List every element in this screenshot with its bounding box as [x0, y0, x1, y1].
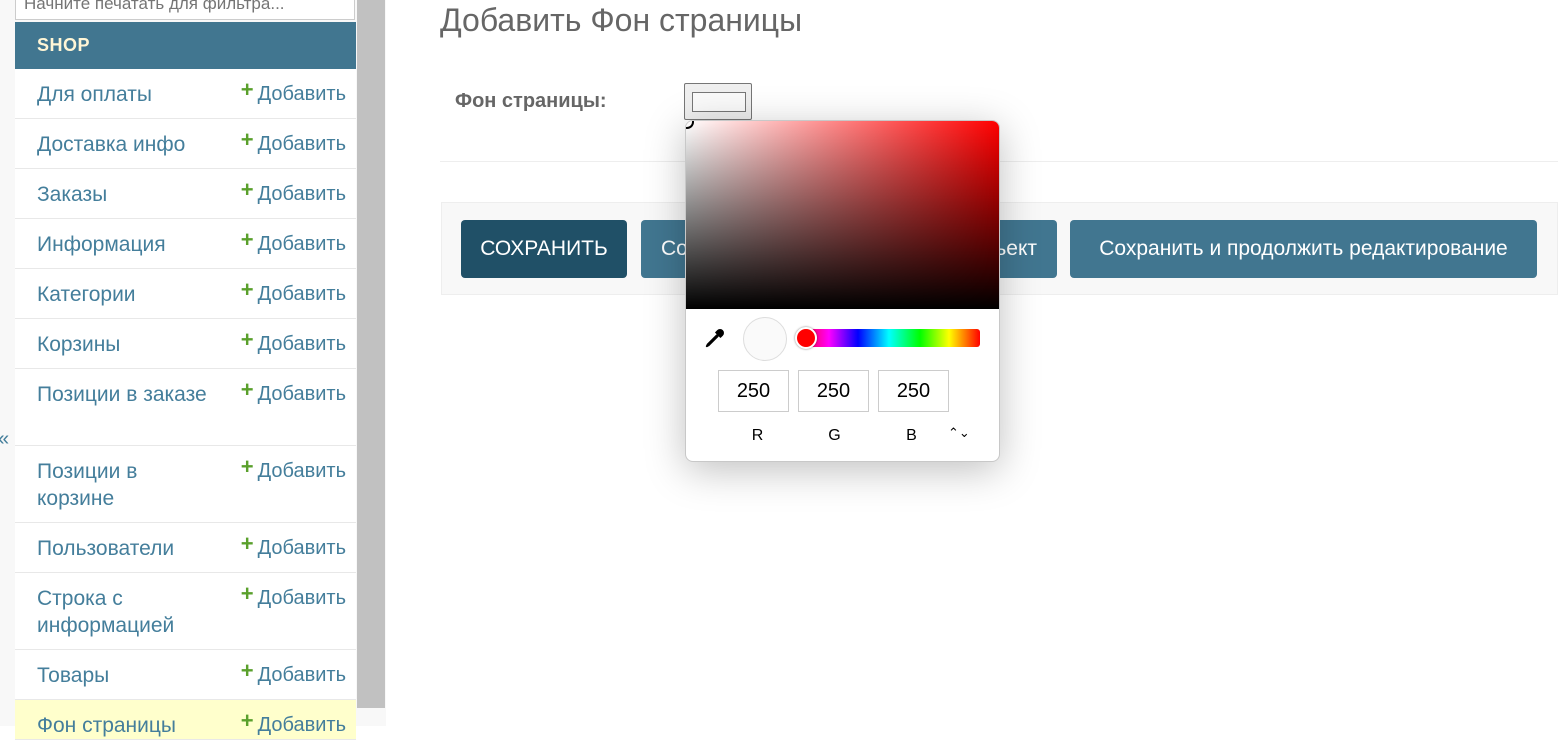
sidebar-model-link[interactable]: Товары [37, 662, 212, 689]
saturation-value-handle[interactable] [686, 121, 694, 129]
color-preview-circle [743, 317, 787, 361]
color-input-swatch [692, 92, 746, 112]
eyedropper-icon[interactable] [704, 327, 726, 349]
plus-icon: + [240, 177, 254, 202]
plus-icon: + [240, 708, 254, 733]
sidebar-model-row: Товары + Добавить [15, 650, 356, 700]
save-button[interactable]: СОХРАНИТЬ [461, 220, 627, 278]
plus-icon: + [240, 531, 254, 556]
sidebar-add-link[interactable]: + Добавить [240, 277, 346, 308]
sidebar-model-row: Фон страницы + Добавить [15, 700, 356, 740]
sidebar-model-row: Строка с информацией + Добавить [15, 573, 356, 650]
sidebar-model-row: Доставка инфо + Добавить [15, 119, 356, 169]
sidebar-add-label: Добавить [257, 587, 346, 609]
model-list: Для оплаты + Добавить Доставка инфо + Добавит… [15, 69, 356, 740]
sidebar-add-label: Добавить [257, 83, 346, 105]
green-value-input[interactable] [798, 370, 869, 412]
plus-icon: + [240, 454, 254, 479]
sidebar-add-link[interactable]: + Добавить [240, 454, 346, 485]
sidebar-model-row: Информация + Добавить [15, 219, 356, 269]
sidebar-model-link[interactable]: Информация [37, 231, 212, 258]
sidebar-model-row: Заказы + Добавить [15, 169, 356, 219]
sidebar: SHOP Для оплаты+ДобавитьДоставка инфо+До… [0, 0, 386, 740]
sidebar-add-label: Добавить [257, 283, 346, 305]
plus-icon: + [240, 127, 254, 152]
sidebar-model-link[interactable]: Для оплаты [37, 81, 212, 108]
sidebar-model-link[interactable]: Пользователи [37, 535, 212, 562]
blue-label: B [906, 427, 917, 444]
red-label: R [751, 427, 764, 444]
sidebar-model-row: Для оплаты + Добавить [15, 69, 356, 119]
plus-icon: + [240, 277, 254, 302]
sidebar-add-link[interactable]: + Добавить [240, 177, 346, 208]
page-title: Добавить Фон страницы [440, 2, 803, 38]
sidebar-add-label: Добавить [257, 333, 346, 355]
sidebar-filter-input[interactable] [15, 0, 355, 20]
sidebar-model-link[interactable]: Строка с информацией [37, 585, 212, 639]
sidebar-model-link[interactable]: Доставка инфо [37, 131, 212, 158]
save-and-continue-button[interactable]: Сохранить и продолжить редактирование [1070, 220, 1537, 278]
green-label: G [828, 427, 841, 444]
plus-icon: + [240, 227, 254, 252]
sidebar-add-link[interactable]: + Добавить [240, 377, 346, 408]
plus-icon: + [240, 658, 254, 683]
save-and-add-label-end: ьект [995, 237, 1037, 260]
sidebar-add-label: Добавить [257, 664, 346, 686]
sidebar-model-row: Корзины + Добавить [15, 319, 356, 369]
sidebar-add-link[interactable]: + Добавить [240, 327, 346, 358]
color-mode-toggle[interactable]: ⌃⌄ [948, 425, 970, 441]
sidebar-model-row: Позиции в заказе + Добавить [15, 369, 356, 446]
sidebar-model-link[interactable]: Корзины [37, 331, 212, 358]
plus-icon: + [240, 327, 254, 352]
sidebar-model-link[interactable]: Заказы [37, 181, 212, 208]
sidebar-model-row: Пользователи + Добавить [15, 523, 356, 573]
sidebar-add-label: Добавить [257, 233, 346, 255]
blue-value-input[interactable] [878, 370, 949, 412]
sidebar-add-link[interactable]: + Добавить [240, 531, 346, 562]
sidebar-add-label: Добавить [257, 460, 346, 482]
sidebar-add-label: Добавить [257, 183, 346, 205]
sidebar-model-link[interactable]: Категории [37, 281, 212, 308]
sidebar-add-link[interactable]: + Добавить [240, 581, 346, 612]
sidebar-collapse-toggle[interactable]: « [0, 428, 9, 451]
plus-icon: + [240, 377, 254, 402]
app-header-label: SHOP [37, 35, 91, 55]
sidebar-add-link[interactable]: + Добавить [240, 227, 346, 258]
hue-slider[interactable] [798, 329, 980, 347]
plus-icon: + [240, 77, 254, 102]
plus-icon: + [240, 581, 254, 606]
sidebar-add-label: Добавить [257, 133, 346, 155]
app-header-shop[interactable]: SHOP [15, 22, 356, 69]
sidebar-model-link[interactable]: Позиции в заказе [37, 381, 212, 408]
sidebar-add-link[interactable]: + Добавить [240, 127, 346, 158]
color-picker-popup: R G B ⌃⌄ [685, 120, 1000, 462]
sidebar-model-row: Позиции в корзине + Добавить [15, 446, 356, 523]
sidebar-add-label: Добавить [257, 383, 346, 405]
sidebar-add-link[interactable]: + Добавить [240, 77, 346, 108]
sidebar-model-link[interactable]: Позиции в корзине [37, 458, 212, 512]
hue-slider-handle[interactable] [795, 327, 817, 349]
saturation-value-area[interactable] [686, 121, 999, 309]
save-and-add-label-start: Со [661, 237, 688, 260]
color-input[interactable] [684, 83, 752, 120]
sidebar-scrollbar[interactable] [357, 0, 385, 708]
sidebar-add-label: Добавить [257, 537, 346, 559]
red-value-input[interactable] [718, 370, 789, 412]
sidebar-add-link[interactable]: + Добавить [240, 658, 346, 689]
field-label-background: Фон страницы: [455, 90, 607, 112]
sidebar-model-row: Категории + Добавить [15, 269, 356, 319]
